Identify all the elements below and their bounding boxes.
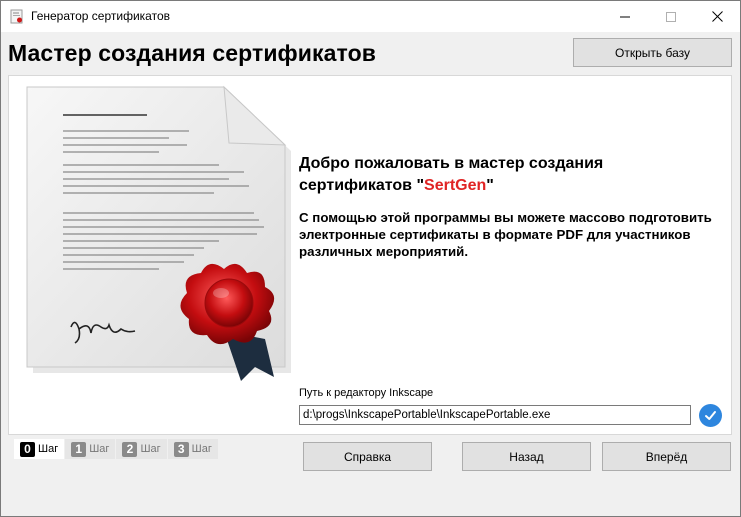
window-title: Генератор сертификатов [31, 9, 170, 23]
check-icon[interactable] [699, 404, 722, 427]
welcome-heading: Добро пожаловать в мастер создания серти… [299, 153, 719, 197]
certificate-app-icon [10, 9, 23, 24]
title-bar: Генератор сертификатов [1, 1, 740, 32]
checkmark-icon [705, 411, 716, 420]
open-database-button[interactable]: Открыть базу [573, 38, 732, 67]
certificate-illustration [26, 85, 291, 381]
step-label: Шаг [191, 443, 212, 455]
step-label: Шаг [38, 443, 59, 455]
next-button[interactable]: Вперёд [602, 442, 731, 471]
step-number: 2 [122, 441, 138, 457]
maximize-icon [666, 11, 676, 22]
page-title: Мастер создания сертификатов [8, 40, 376, 66]
step-tabs: 0 Шаг 1 Шаг 2 Шаг 3 Шаг [14, 439, 219, 459]
welcome-panel: Добро пожаловать в мастер создания серти… [8, 75, 732, 435]
welcome-heading-line1: Добро пожаловать в мастер создания [299, 155, 604, 172]
brand-name: SertGen [424, 177, 487, 194]
welcome-heading-line2-prefix: сертификатов " [299, 177, 425, 194]
maximize-button[interactable] [648, 1, 694, 32]
minimize-icon [620, 16, 630, 17]
minimize-button[interactable] [602, 1, 648, 32]
step-number: 3 [173, 441, 189, 457]
close-icon [711, 11, 723, 22]
main-window: Генератор сертификатов Мастер создания с… [0, 0, 741, 517]
tab-step-1[interactable]: 1 Шаг [65, 439, 116, 459]
inkscape-path-input[interactable] [299, 405, 691, 425]
step-number: 1 [71, 441, 87, 457]
welcome-description: С помощью этой программы вы можете массо… [299, 210, 712, 259]
inkscape-path-label: Путь к редактору Inkscape [299, 387, 434, 399]
welcome-heading-line2-suffix: " [486, 177, 494, 194]
tab-step-2[interactable]: 2 Шаг [116, 439, 167, 459]
step-label: Шаг [140, 443, 161, 455]
back-button[interactable]: Назад [462, 442, 591, 471]
step-label: Шаг [89, 443, 110, 455]
tab-step-0[interactable]: 0 Шаг [14, 439, 65, 459]
help-button[interactable]: Справка [303, 442, 432, 471]
tab-step-3[interactable]: 3 Шаг [167, 439, 218, 459]
close-button[interactable] [694, 1, 740, 32]
step-number: 0 [20, 441, 35, 457]
